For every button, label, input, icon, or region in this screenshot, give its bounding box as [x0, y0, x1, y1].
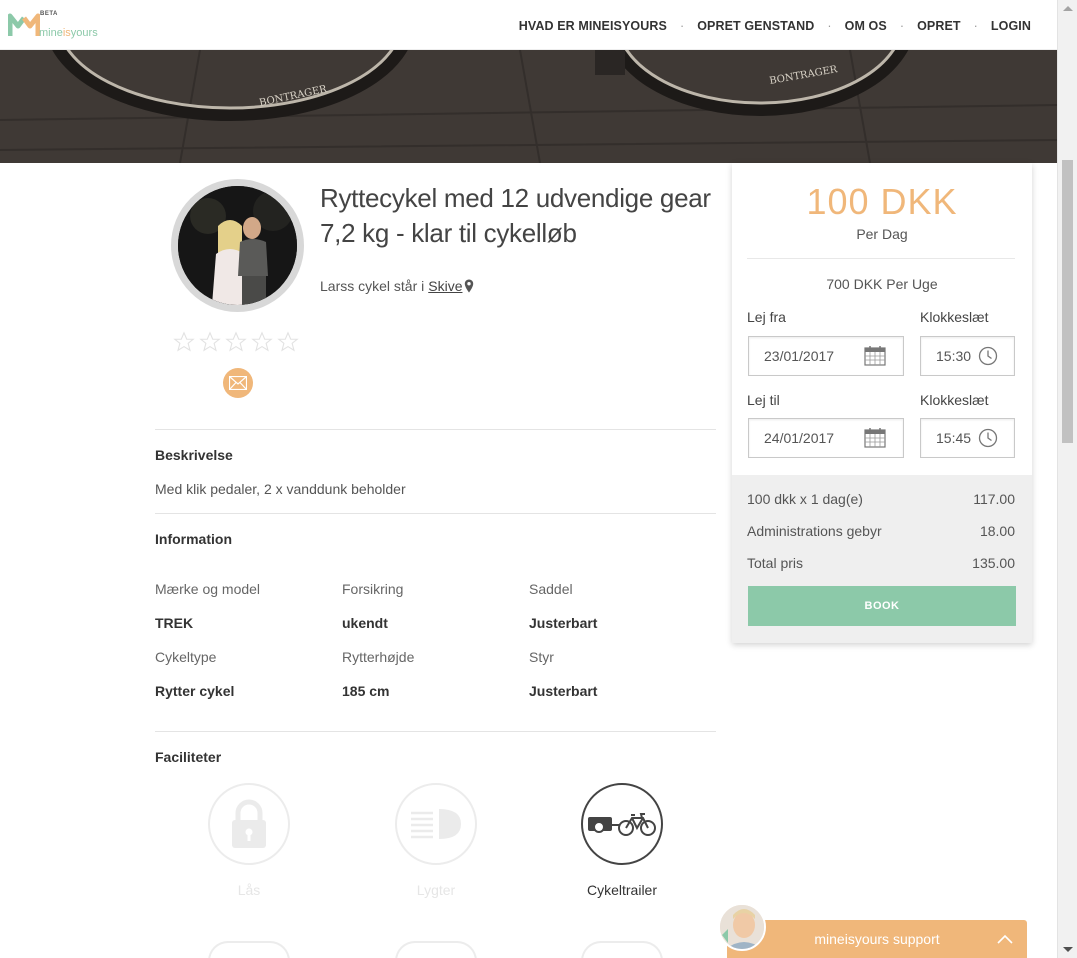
summary-total-value: 135.00 [972, 555, 1015, 571]
rent-to-label: Lej til [747, 392, 780, 408]
section-divider [155, 731, 716, 732]
facilities-heading: Faciliteter [155, 749, 222, 765]
time-from-label: Klokkeslæt [920, 309, 989, 325]
nav-om-os[interactable]: OM OS [845, 19, 887, 33]
rent-from-date-value: 23/01/2017 [764, 348, 835, 364]
nav-separator: · [679, 19, 685, 33]
main-nav: HVAD ER MINEISYOURS · OPRET GENSTAND · O… [519, 19, 1031, 33]
time-to-label: Klokkeslæt [920, 392, 989, 408]
info-label-saddle: Saddel [529, 581, 573, 597]
facility-bike-trailer [581, 783, 663, 865]
star-icon[interactable] [277, 331, 299, 353]
info-label-brand: Mærke og model [155, 581, 261, 597]
logo-wordmark: mineisyours [39, 27, 98, 39]
nav-separator: · [899, 19, 905, 33]
price-per-week: 700 DKK Per Uge [826, 276, 938, 292]
calendar-icon [864, 428, 886, 448]
description-text: Med klik pedaler, 2 x vanddunk beholder [155, 481, 406, 497]
top-navbar: BETA mineisyours HVAD ER MINEISYOURS · O… [0, 0, 1057, 50]
info-label-insurance: Forsikring [342, 581, 404, 597]
section-divider [155, 513, 716, 514]
rent-from-time-value: 15:30 [936, 348, 972, 364]
support-agent-photo [720, 905, 764, 949]
facility-label-lock: Lås [237, 882, 261, 898]
rent-to-date-value: 24/01/2017 [764, 430, 835, 446]
rent-to-date-input[interactable]: 24/01/2017 [748, 418, 904, 458]
support-agent-avatar[interactable] [718, 903, 766, 951]
hero-bike-photo: BONTRAGER BONTRAGER [0, 50, 1057, 163]
summary-days-value: 117.00 [973, 491, 1015, 507]
rent-to-time-value: 15:45 [936, 430, 972, 446]
info-value-handlebar: Justerbart [529, 683, 598, 699]
facility-partial [581, 941, 663, 958]
rent-from-label: Lej fra [747, 309, 786, 325]
owner-location: Larss cykel står i Skive [320, 278, 474, 294]
info-label-handlebar: Styr [529, 649, 554, 665]
facility-partial [395, 941, 477, 958]
info-value-saddle: Justerbart [529, 615, 598, 631]
support-chat-widget[interactable]: mineisyours support [727, 920, 1027, 958]
scroll-down-arrow-icon[interactable] [1063, 947, 1073, 952]
lock-icon [232, 799, 266, 848]
clock-icon [978, 346, 998, 366]
nav-login[interactable]: LOGIN [991, 19, 1031, 33]
star-icon[interactable] [199, 331, 221, 353]
support-chat-label: mineisyours support [814, 931, 940, 947]
info-value-brand: TREK [155, 615, 194, 631]
map-pin-icon [465, 279, 474, 293]
nav-hvad-er-mineisyours[interactable]: HVAD ER MINEISYOURS [519, 19, 667, 33]
nav-separator: · [973, 19, 978, 33]
star-icon[interactable] [251, 331, 273, 353]
chevron-up-icon[interactable] [997, 934, 1013, 944]
description-heading: Beskrivelse [155, 447, 233, 463]
listing-title: Ryttecykel med 12 udvendige gear 7,2 kg … [320, 183, 711, 248]
nav-opret[interactable]: OPRET [917, 19, 961, 33]
facility-lights [395, 783, 477, 865]
rent-from-date-input[interactable]: 23/01/2017 [748, 336, 904, 376]
nav-opret-genstand[interactable]: OPRET GENSTAND [697, 19, 814, 33]
beta-badge: BETA [40, 11, 58, 17]
info-value-insurance: ukendt [342, 615, 388, 631]
info-value-rider-height: 185 cm [342, 683, 390, 699]
info-label-bike-type: Cykeltype [155, 649, 217, 665]
scroll-up-arrow-icon[interactable] [1063, 6, 1073, 11]
clock-icon [978, 428, 998, 448]
bike-wheels-image: BONTRAGER BONTRAGER [0, 50, 1057, 163]
envelope-icon [229, 376, 247, 390]
star-icon[interactable] [173, 331, 195, 353]
panel-divider [747, 258, 1015, 259]
star-icon[interactable] [225, 331, 247, 353]
rating-stars [173, 331, 299, 353]
nav-separator: · [827, 19, 832, 33]
owner-avatar[interactable] [178, 186, 297, 305]
book-button[interactable]: BOOK [748, 586, 1016, 626]
logo-mark-icon [8, 13, 40, 36]
summary-fee-value: 18.00 [979, 523, 1015, 539]
headlight-icon [411, 809, 461, 839]
owner-photo [178, 186, 297, 305]
mineisyours-logo[interactable]: BETA mineisyours [8, 10, 108, 42]
summary-fee-label: Administrations gebyr [747, 523, 882, 539]
summary-total-label: Total pris [747, 555, 804, 571]
facility-label-bike-trailer: Cykeltrailer [586, 882, 657, 898]
rent-from-time-input[interactable]: 15:30 [920, 336, 1015, 376]
information-heading: Information [155, 531, 232, 547]
info-label-rider-height: Rytterhøjde [342, 649, 415, 665]
per-day-label: Per Dag [856, 226, 908, 242]
city-link[interactable]: Skive [428, 278, 462, 294]
facility-label-lights: Lygter [416, 882, 456, 898]
price-per-day: 100 DKK [806, 181, 958, 222]
page-scrollbar[interactable] [1057, 0, 1077, 958]
owner-location-text: Larss cykel står i [320, 278, 425, 294]
bike-trailer-icon [588, 813, 656, 836]
summary-days-label: 100 dkk x 1 dag(e) [747, 491, 863, 507]
info-value-bike-type: Rytter cykel [155, 683, 235, 699]
message-owner-button[interactable] [223, 368, 253, 398]
calendar-icon [864, 346, 886, 366]
facility-partial [208, 941, 290, 958]
rent-to-time-input[interactable]: 15:45 [920, 418, 1015, 458]
section-divider [155, 429, 716, 430]
scrollbar-thumb[interactable] [1062, 160, 1073, 443]
facility-lock [208, 783, 290, 865]
